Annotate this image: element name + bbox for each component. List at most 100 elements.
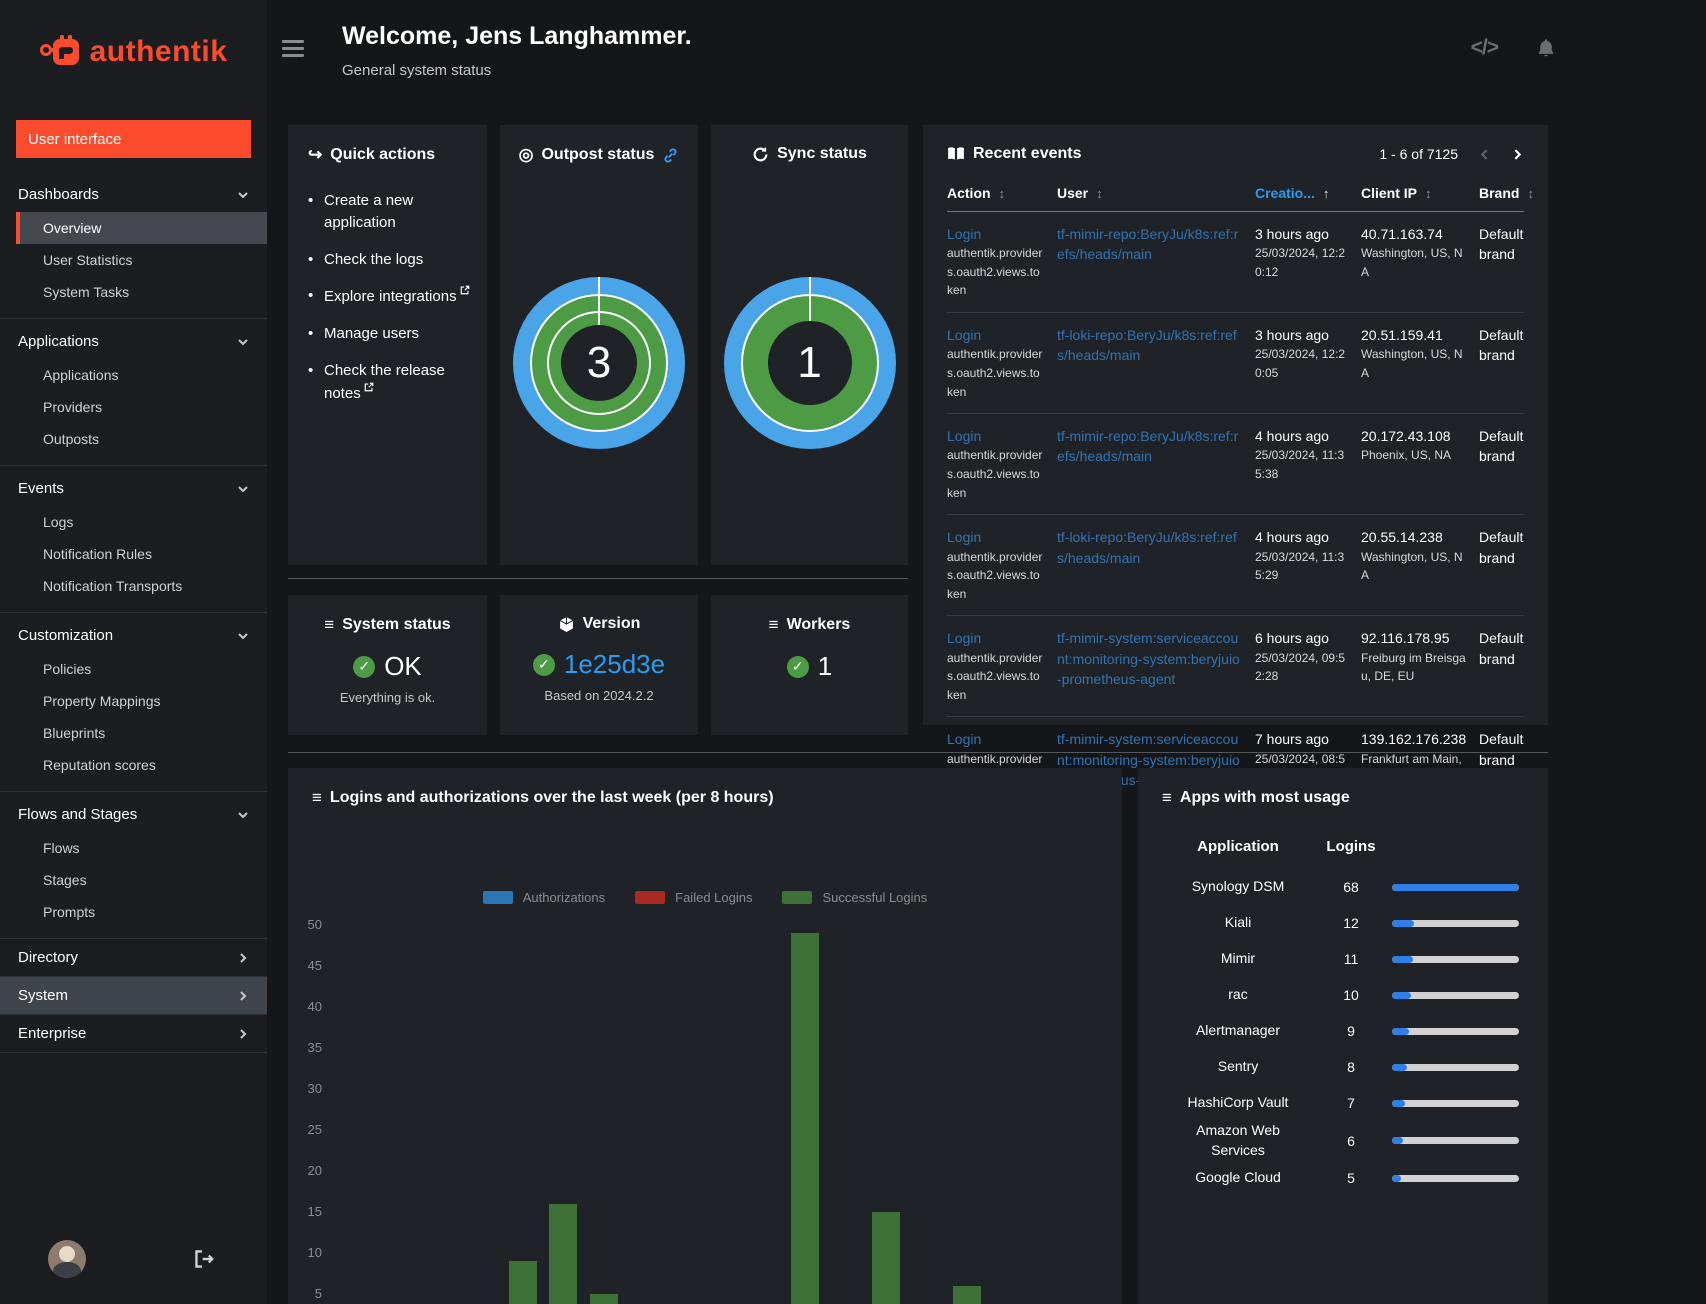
column-label: Client IP [1361, 185, 1418, 201]
y-axis-tick: 20 [307, 1163, 322, 1178]
legend-item-authorizations: Authorizations [482, 890, 605, 905]
app-usage-row-google-cloud: Google Cloud 5 [1158, 1160, 1528, 1196]
app-logins: 12 [1343, 915, 1359, 931]
sidebar-group-label: Dashboards [18, 186, 99, 203]
sidebar-item-flows[interactable]: Flows [0, 832, 267, 864]
sidebar-item-outposts[interactable]: Outposts [0, 423, 267, 455]
sidebar-group-header-dashboards[interactable]: Dashboards [0, 177, 267, 212]
logout-icon[interactable] [193, 1248, 215, 1270]
external-link-icon [460, 285, 469, 295]
sidebar-item-logs[interactable]: Logs [0, 506, 267, 538]
quick-action-check-the-release-notes[interactable]: Check the release notes [308, 360, 473, 405]
sidebar-item-overview[interactable]: Overview [16, 212, 267, 244]
system-status-title: System status [342, 616, 451, 633]
check-circle-icon: ✓ [786, 655, 809, 678]
user-interface-button[interactable]: User interface [16, 120, 251, 158]
column-header-user[interactable]: User ↕ [1057, 185, 1243, 201]
event-action-link[interactable]: Login [947, 226, 981, 242]
chart-bar [791, 933, 820, 1304]
event-brand: Default brand [1479, 226, 1524, 263]
sidebar-item-enterprise[interactable]: Enterprise [0, 1014, 267, 1053]
quick-action-explore-integrations[interactable]: Explore integrations [308, 285, 473, 308]
chart-bar [952, 1285, 981, 1304]
sidebar: authentik User interface Dashboards Overv… [0, 0, 267, 1304]
sidebar-item-system[interactable]: System [0, 976, 267, 1014]
event-row[interactable]: Login authentik.providers.oauth2.views.to… [947, 616, 1524, 718]
y-axis-tick: 25 [307, 1122, 322, 1137]
event-user-link[interactable]: tf-mimir-system:serviceaccount:monitorin… [1057, 630, 1240, 687]
app-usage-row-mimir: Mimir 11 [1158, 941, 1528, 977]
pagination-prev-icon[interactable] [1478, 148, 1491, 161]
sidebar-group-header-events[interactable]: Events [0, 471, 267, 506]
apps-column-logins: Logins [1326, 838, 1376, 855]
sidebar-item-providers[interactable]: Providers [0, 391, 267, 423]
app-name: Amazon Web Services [1196, 1122, 1280, 1158]
version-value[interactable]: 1e25d3e [564, 649, 665, 680]
quick-action-manage-users[interactable]: Manage users [308, 323, 473, 345]
event-action-link[interactable]: Login [947, 428, 981, 444]
event-row[interactable]: Login authentik.providers.oauth2.views.to… [947, 212, 1524, 314]
column-header-creatio[interactable]: Creatio... ↑ [1255, 185, 1349, 201]
app-logins: 8 [1347, 1059, 1355, 1075]
event-user-link[interactable]: tf-mimir-repo:BeryJu/k8s:ref:refs/heads/… [1057, 226, 1238, 262]
sidebar-item-policies[interactable]: Policies [0, 653, 267, 685]
column-label: User [1057, 185, 1089, 201]
app-usage-row-kiali: Kiali 12 [1158, 905, 1528, 941]
column-header-brand[interactable]: Brand ↕ [1479, 185, 1534, 201]
avatar[interactable] [48, 1240, 86, 1278]
event-row[interactable]: Login authentik.providers.oauth2.views.to… [947, 515, 1524, 617]
sidebar-item-prompts[interactable]: Prompts [0, 896, 267, 928]
event-user-link[interactable]: tf-loki-repo:BeryJu/k8s:ref:refs/heads/m… [1057, 529, 1237, 565]
usage-progress-bar [1392, 955, 1519, 963]
sidebar-item-notification-transports[interactable]: Notification Transports [0, 570, 267, 602]
sidebar-item-blueprints[interactable]: Blueprints [0, 717, 267, 749]
sidebar-item-notification-rules[interactable]: Notification Rules [0, 538, 267, 570]
event-user-link[interactable]: tf-mimir-repo:BeryJu/k8s:ref:refs/heads/… [1057, 428, 1238, 464]
event-location: Washington, US, NA [1361, 246, 1463, 279]
app-usage-row-hashicorp-vault: HashiCorp Vault 7 [1158, 1085, 1528, 1121]
sidebar-item-reputation-scores[interactable]: Reputation scores [0, 749, 267, 781]
chevron-down-icon [238, 338, 248, 345]
sidebar-item-stages[interactable]: Stages [0, 864, 267, 896]
logins-chart-title: Logins and authorizations over the last … [329, 789, 774, 806]
sidebar-group-label: Applications [18, 333, 99, 350]
external-link-icon [364, 382, 374, 391]
sidebar-group-header-customization[interactable]: Customization [0, 618, 267, 653]
event-action-link[interactable]: Login [947, 731, 981, 747]
link-icon[interactable] [662, 147, 679, 164]
event-relative-time: 7 hours ago [1255, 731, 1329, 748]
authentik-logo-icon [39, 35, 79, 65]
sidebar-item-user-statistics[interactable]: User Statistics [0, 244, 267, 276]
outpost-icon: ◎ [518, 145, 534, 164]
app-name: Mimir [1220, 950, 1256, 967]
sidebar-group-dashboards: Dashboards Overview User Statistics System … [0, 172, 267, 318]
quick-action-check-the-logs[interactable]: Check the logs [308, 249, 473, 271]
outpost-status-donut: 3 [513, 277, 685, 449]
sidebar-group-label: Customization [18, 627, 114, 644]
pagination-next-icon[interactable] [1511, 148, 1524, 161]
quick-action-create-a-new-application[interactable]: Create a new application [308, 190, 473, 234]
column-header-client-ip[interactable]: Client IP ↕ [1361, 185, 1467, 201]
code-icon[interactable]: </> [1471, 36, 1499, 60]
sidebar-group-header-applications[interactable]: Applications [0, 324, 267, 359]
event-row[interactable]: Login authentik.providers.oauth2.views.to… [947, 414, 1524, 516]
column-header-action[interactable]: Action ↕ [947, 185, 1045, 201]
bell-icon[interactable] [1536, 38, 1556, 58]
menu-icon[interactable] [282, 40, 304, 61]
event-row[interactable]: Login authentik.providers.oauth2.views.to… [947, 313, 1524, 415]
chevron-down-icon [238, 811, 248, 818]
sidebar-item-property-mappings[interactable]: Property Mappings [0, 685, 267, 717]
event-action-link[interactable]: Login [947, 327, 981, 343]
sidebar-item-system-tasks[interactable]: System Tasks [0, 276, 267, 308]
sidebar-group-header-flows-and-stages[interactable]: Flows and Stages [0, 797, 267, 832]
workers-card: ≡ Workers ✓ 1 [711, 595, 908, 735]
event-action-detail: authentik.providers.oauth2.views.token [947, 549, 1043, 601]
event-action-link[interactable]: Login [947, 529, 981, 545]
event-action-link[interactable]: Login [947, 630, 981, 646]
pagination-top: 1 - 6 of 7125 [1379, 146, 1524, 162]
sidebar-item-directory[interactable]: Directory [0, 938, 267, 976]
event-user-link[interactable]: tf-loki-repo:BeryJu/k8s:ref:refs/heads/m… [1057, 327, 1237, 363]
app-usage-row-sentry: Sentry 8 [1158, 1049, 1528, 1085]
event-relative-time: 4 hours ago [1255, 428, 1329, 445]
sidebar-item-applications[interactable]: Applications [0, 359, 267, 391]
